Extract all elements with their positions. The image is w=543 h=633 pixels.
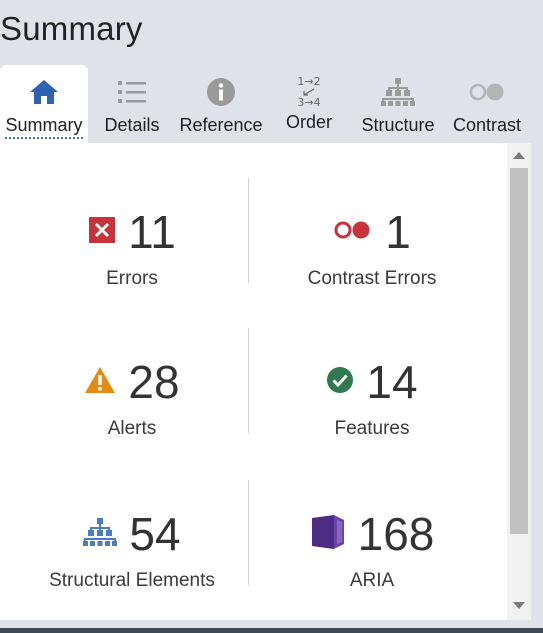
summary-panel: Summary Details Reference 1→2 3→4 Order … bbox=[0, 65, 531, 620]
tab-label: Details bbox=[104, 115, 160, 135]
stat-alerts[interactable]: 28 Alerts bbox=[8, 352, 256, 440]
stat-aria[interactable]: 168 ARIA bbox=[249, 504, 495, 592]
tab-summary[interactable]: Summary bbox=[0, 65, 88, 143]
stat-errors[interactable]: 11 Errors bbox=[8, 202, 256, 290]
alerts-count: 28 bbox=[128, 356, 180, 408]
stat-features[interactable]: 14 Features bbox=[249, 352, 495, 440]
scroll-down-arrow[interactable] bbox=[513, 602, 525, 609]
tab-details[interactable]: Details bbox=[94, 65, 170, 141]
list-icon bbox=[117, 75, 147, 109]
contrast-error-icon bbox=[333, 219, 373, 246]
contrast-icon bbox=[467, 75, 507, 109]
aria-label: ARIA bbox=[349, 570, 395, 591]
features-count: 14 bbox=[366, 356, 418, 408]
aria-icon bbox=[310, 514, 346, 555]
feature-icon bbox=[326, 366, 354, 399]
errors-label: Errors bbox=[106, 268, 158, 289]
bottom-bar bbox=[0, 628, 543, 633]
structure-icon bbox=[83, 517, 118, 552]
order-icon: 1→2 3→4 bbox=[297, 75, 320, 109]
alerts-label: Alerts bbox=[107, 418, 157, 439]
errors-count: 11 bbox=[128, 206, 176, 258]
tab-order[interactable]: 1→2 3→4 Order bbox=[276, 65, 342, 141]
contrast-errors-label: Contrast Errors bbox=[307, 268, 437, 289]
stat-contrast-errors[interactable]: 1 Contrast Errors bbox=[249, 202, 495, 290]
structural-elements-label: Structural Elements bbox=[49, 570, 215, 591]
alert-icon bbox=[84, 366, 116, 399]
stat-structural-elements[interactable]: 54 Structural Elements bbox=[8, 504, 256, 592]
summary-content: 11 Errors 1 Contrast Errors 28 Alerts 14… bbox=[0, 143, 507, 620]
error-icon bbox=[88, 216, 116, 249]
tab-label: Structure bbox=[361, 115, 435, 135]
page-title: Summary bbox=[0, 10, 143, 47]
structure-icon bbox=[381, 75, 415, 109]
info-icon bbox=[206, 75, 236, 109]
aria-count: 168 bbox=[357, 508, 435, 560]
tab-bar: Summary Details Reference 1→2 3→4 Order … bbox=[0, 65, 531, 143]
structural-elements-count: 54 bbox=[129, 508, 181, 560]
order-icon-bottom: 3→4 bbox=[297, 96, 321, 109]
features-label: Features bbox=[334, 418, 410, 439]
tab-contrast[interactable]: Contrast bbox=[448, 65, 526, 141]
tab-label: Summary bbox=[5, 115, 83, 139]
scroll-thumb[interactable] bbox=[510, 168, 528, 534]
contrast-errors-count: 1 bbox=[385, 206, 411, 258]
tab-structure[interactable]: Structure bbox=[355, 65, 441, 141]
vertical-scrollbar[interactable] bbox=[507, 143, 531, 620]
tab-label: Reference bbox=[179, 115, 263, 135]
tab-label: Contrast bbox=[452, 115, 522, 135]
tab-label: Order bbox=[285, 112, 332, 132]
order-icon-arrow bbox=[303, 88, 315, 96]
tab-reference[interactable]: Reference bbox=[175, 65, 267, 141]
order-icon-top: 1→2 bbox=[297, 75, 321, 88]
home-icon bbox=[29, 75, 59, 109]
scroll-up-arrow[interactable] bbox=[513, 152, 525, 159]
